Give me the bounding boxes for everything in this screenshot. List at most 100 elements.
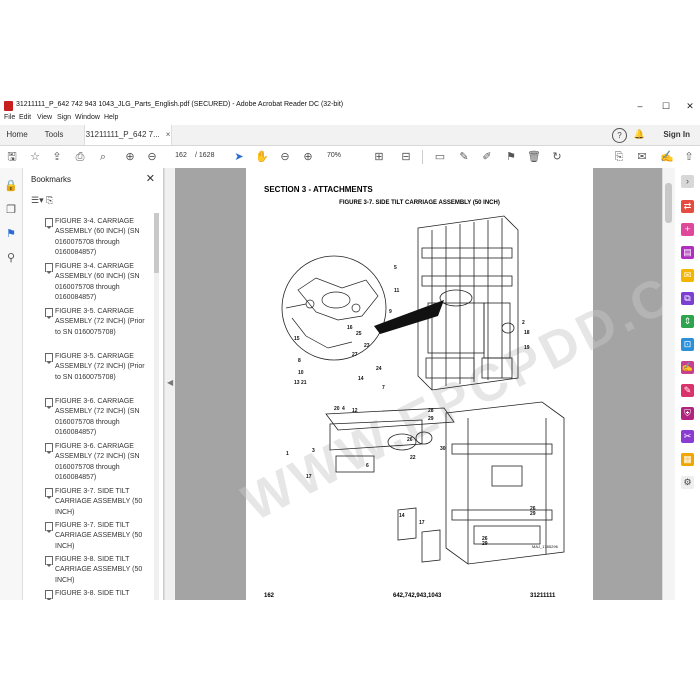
draw-icon[interactable]: ✐: [480, 150, 494, 164]
tab-tools[interactable]: Tools: [36, 125, 72, 145]
tab-home[interactable]: Home: [0, 125, 34, 145]
callout: 10: [298, 370, 304, 376]
share-icon[interactable]: ⇧: [682, 150, 696, 164]
callout: 29: [530, 511, 536, 517]
bookmark-item-icon: [45, 218, 53, 229]
redact-icon[interactable]: ✂: [681, 430, 694, 443]
rotate-icon[interactable]: ↻: [550, 150, 564, 164]
search-icon[interactable]: ⌕: [96, 150, 110, 164]
fill-sign-icon[interactable]: ✍: [681, 361, 694, 374]
minimize-button[interactable]: –: [628, 99, 652, 113]
callout: 16: [347, 325, 353, 331]
zoom-out-icon[interactable]: ⊖: [278, 150, 292, 164]
tab-document[interactable]: 31211111_P_642 7... ×: [84, 125, 172, 145]
sign-in-button[interactable]: Sign In: [663, 125, 690, 145]
callout: 1: [286, 451, 289, 457]
select-cursor-icon[interactable]: ➤: [232, 150, 246, 164]
star-icon[interactable]: ☆: [28, 150, 42, 164]
bookmark-item[interactable]: FIGURE 3-7. SIDE TILT CARRIAGE ASSEMBLY …: [45, 521, 150, 552]
collapse-panel-icon[interactable]: ◀: [167, 378, 173, 387]
tab-bar: Home Tools 31211111_P_642 7... × ? 🔔 Sign…: [0, 125, 700, 146]
bookmark-item[interactable]: FIGURE 3-4. CARRIAGE ASSEMBLY (60 INCH) …: [45, 262, 150, 304]
menu-help[interactable]: Help: [104, 114, 118, 121]
protect-icon[interactable]: ⛨: [681, 407, 694, 420]
menu-view[interactable]: View: [37, 114, 52, 121]
close-bookmarks-icon[interactable]: ✕: [146, 172, 155, 185]
bookmark-item[interactable]: FIGURE 3-6. CARRIAGE ASSEMBLY (72 INCH) …: [45, 442, 150, 484]
comment-icon[interactable]: ▭: [433, 150, 447, 164]
menu-edit[interactable]: Edit: [19, 114, 31, 121]
callout: 2: [522, 320, 525, 326]
expand-tools-icon[interactable]: ›: [681, 175, 694, 188]
bookmark-item[interactable]: FIGURE 3-4. CARRIAGE ASSEMBLY (60 INCH) …: [45, 217, 150, 259]
request-signature-icon[interactable]: ✎: [681, 384, 694, 397]
left-navigation-strip: 🔒 ❐ ⚑ ⚲: [0, 168, 23, 600]
bookmarks-scroll-thumb[interactable]: [154, 213, 159, 273]
bookmarks-scrollbar[interactable]: [154, 213, 159, 600]
upload-icon[interactable]: ⇪: [50, 150, 64, 164]
footer-page-number: 162: [264, 593, 275, 599]
delete-icon[interactable]: 🗑: [527, 150, 541, 164]
print-icon[interactable]: ⎙: [73, 150, 87, 164]
callout: 29: [482, 541, 488, 547]
page-down-icon[interactable]: ⊖: [145, 150, 159, 164]
edit-pdf-icon[interactable]: ⎘: [612, 150, 626, 164]
menu-sign[interactable]: Sign: [57, 114, 71, 121]
bookmark-item-icon: [45, 522, 53, 533]
callout: 14: [399, 513, 405, 519]
bell-icon[interactable]: 🔔: [633, 128, 646, 141]
document-scrollbar[interactable]: [662, 168, 675, 600]
callout: 11: [394, 288, 400, 294]
prepare-form-icon[interactable]: ▦: [681, 453, 694, 466]
callout: 15: [294, 336, 300, 342]
page-number-input[interactable]: 162: [171, 150, 191, 162]
close-tab-icon[interactable]: ×: [166, 130, 171, 139]
compress-pdf-icon[interactable]: ⇕: [681, 315, 694, 328]
bookmarks-panel: Bookmarks ✕ ☰▾ ⎘ FIGURE 3-4. CARRIAGE AS…: [23, 168, 164, 600]
menu-window[interactable]: Window: [75, 114, 100, 121]
fit-page-icon[interactable]: ⊞: [372, 150, 386, 164]
help-icon[interactable]: ?: [612, 128, 627, 143]
attachment-icon[interactable]: ⚲: [4, 251, 18, 265]
right-tools-pane: › ⇄ + ▤ ✉ ⧉ ⇕ ⊡ ✍ ✎ ⛨ ✂ ▦ ⚙: [675, 168, 700, 600]
create-pdf-icon[interactable]: +: [681, 223, 694, 236]
maximize-button[interactable]: ☐: [654, 99, 678, 113]
callout: 28: [428, 408, 434, 414]
more-tools-icon[interactable]: ⚙: [681, 476, 694, 489]
sign-icon[interactable]: ✍: [660, 150, 674, 164]
bookmark-item[interactable]: FIGURE 3-8. SIDE TILT CARRIAGE ASSEMBLY …: [45, 555, 150, 586]
menu-file[interactable]: File: [4, 114, 15, 121]
bookmark-item[interactable]: FIGURE 3-5. CARRIAGE ASSEMBLY (72 INCH) …: [45, 307, 150, 338]
scroll-mode-icon[interactable]: ⊟: [399, 150, 413, 164]
organize-pages-icon[interactable]: ▤: [681, 246, 694, 259]
highlight-icon[interactable]: ✎: [457, 150, 471, 164]
bookmark-item[interactable]: FIGURE 3-6. CARRIAGE ASSEMBLY (72 INCH) …: [45, 397, 150, 439]
zoom-in-icon[interactable]: ⊕: [301, 150, 315, 164]
bookmark-item[interactable]: FIGURE 3-8. SIDE TILT: [45, 589, 150, 600]
pages-icon[interactable]: ❐: [4, 203, 18, 217]
bookmarks-header: Bookmarks: [31, 175, 72, 184]
bookmark-item[interactable]: FIGURE 3-5. CARRIAGE ASSEMBLY (72 INCH) …: [45, 352, 150, 383]
lock-icon[interactable]: 🔒: [4, 179, 18, 193]
combine-files-icon[interactable]: ⧉: [681, 292, 694, 305]
bookmark-options-icon[interactable]: ☰▾ ⎘: [31, 195, 53, 206]
drawing-code: MAJ_1785296: [532, 544, 558, 549]
bookmark-icon[interactable]: ⚑: [4, 227, 18, 241]
document-scroll-thumb[interactable]: [665, 183, 672, 223]
page-up-icon[interactable]: ⊕: [123, 150, 137, 164]
close-window-button[interactable]: ✕: [678, 99, 700, 113]
comment-tool-icon[interactable]: ✉: [681, 269, 694, 282]
callout: 25: [356, 331, 362, 337]
bookmark-item[interactable]: FIGURE 3-7. SIDE TILT CARRIAGE ASSEMBLY …: [45, 487, 150, 518]
toolbar: 🖫 ☆ ⇪ ⎙ ⌕ ⊕ ⊖ 162 / 1628 ➤ ✋ ⊖ ⊕ 70% ⊞ ⊟…: [0, 146, 700, 169]
hand-icon[interactable]: ✋: [255, 150, 269, 164]
mail-icon[interactable]: ✉: [635, 150, 649, 164]
panel-splitter[interactable]: ◀: [164, 168, 175, 600]
save-icon[interactable]: 🖫: [5, 150, 19, 164]
bookmark-item-icon: [45, 263, 53, 274]
tab-document-label: 31211111_P_642 7...: [85, 130, 160, 139]
export-pdf-icon[interactable]: ⇄: [681, 200, 694, 213]
zoom-select[interactable]: 70%: [327, 150, 353, 162]
stamp-icon[interactable]: ⚑: [504, 150, 518, 164]
scan-ocr-icon[interactable]: ⊡: [681, 338, 694, 351]
